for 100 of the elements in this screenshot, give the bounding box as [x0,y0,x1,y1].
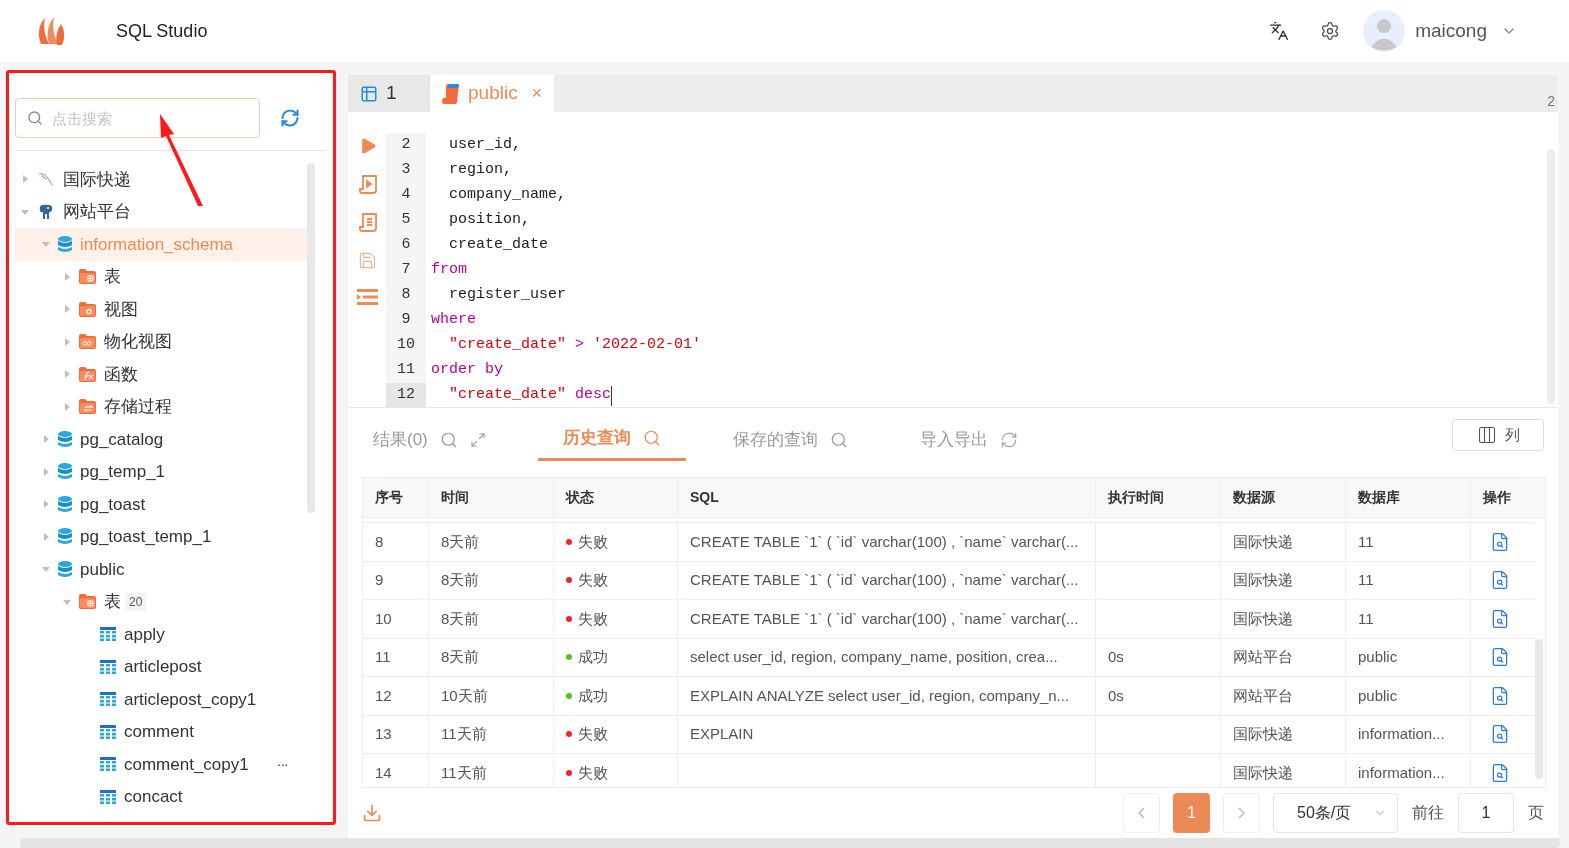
table-cell-text: 0s [1108,685,1124,706]
table-cell-text: 8天前 [441,531,480,552]
run-script-icon[interactable] [358,175,377,194]
tree-item[interactable]: comment_copy1 ··· [15,748,307,781]
chevron-right-icon [1238,807,1245,819]
tree-item-label: comment_copy1 [124,753,249,776]
tree-item[interactable]: 视图 [15,293,307,326]
code-editor[interactable]: 2 user_id, 3 region, 4 company_name, 5 position, 6 create_date 7 from 8 register_user 9 where 10 "create_date" > '2022-02-01' 11 order by 12 "create_date" desc [386,133,1547,407]
view-details-icon[interactable] [1490,608,1510,629]
caret-icon[interactable] [42,532,50,541]
search-icon[interactable] [439,430,458,449]
code-line: region, [448,160,512,181]
caret-icon[interactable] [21,175,29,184]
search-icon[interactable] [829,430,848,449]
caret-icon[interactable] [63,272,71,281]
caret-icon[interactable] [63,370,71,379]
indent-icon[interactable] [357,289,378,305]
caret-icon[interactable] [21,207,29,216]
count-badge: 20 [125,592,147,611]
tree-item-label: concact [124,786,183,808]
view-details-icon[interactable] [1490,685,1510,706]
table-folder-icon [79,594,96,610]
table-cell-text: 8天前 [441,608,480,629]
refresh-icon[interactable] [280,108,300,128]
tree-item[interactable]: comment [15,715,307,748]
database-icon [58,495,72,513]
tree-item[interactable]: apply [15,618,307,651]
user-menu[interactable]: maicong [1363,10,1517,52]
table-cell-text: 10天前 [441,685,488,706]
tree-item[interactable]: 物化视图 [15,325,307,358]
more-button[interactable]: ··· [276,753,288,775]
page-size-select[interactable]: 50条/页 [1273,793,1398,833]
table-cell-text: 国际快递 [1233,724,1293,744]
tree-item[interactable]: pg_catalog [15,423,307,456]
tree-item[interactable]: 表 [15,260,307,293]
next-page-button[interactable] [1223,793,1260,833]
expand-icon[interactable] [469,431,486,448]
previous-page-button[interactable] [1123,793,1160,833]
search-field[interactable]: 点击搜索 [15,98,260,138]
view-details-icon[interactable] [1490,531,1510,552]
table-cell-text: public [1358,685,1398,706]
view-details-icon[interactable] [1490,570,1510,591]
settings-icon[interactable] [1320,21,1341,41]
caret-icon[interactable] [42,467,50,476]
line-number: 7 [386,258,426,283]
table-cell-text: 11 [1358,608,1374,629]
save-icon[interactable] [358,251,377,270]
tree-item[interactable]: 网站平台 [15,195,307,228]
tree-item[interactable]: 国际快递 [15,163,307,196]
tree-item[interactable]: 表 20 [15,585,307,618]
table-cell-text: select user_id, region, company_name, position, crea... [690,647,1058,667]
caret-icon[interactable] [42,435,50,444]
code-line: company_name, [448,185,567,206]
caret-icon[interactable] [42,565,50,574]
table-icon [100,692,116,707]
view-details-icon[interactable] [1490,724,1510,745]
refresh-icon[interactable] [999,430,1018,449]
editor-tab[interactable]: 1 [348,75,430,112]
view-details-icon[interactable] [1490,647,1510,668]
tree-item[interactable]: 存储过程 [15,390,307,423]
tree-item-label: 表 [104,266,121,288]
columns-button[interactable]: 列 [1452,419,1544,451]
caret-icon[interactable] [63,597,71,606]
tree-item-label: pg_toast [80,493,146,516]
tree-item[interactable]: 函数 [15,358,307,391]
tree-item[interactable]: pg_toast [15,488,307,521]
view-details-icon[interactable] [1490,762,1510,783]
line-number: 3 [386,158,426,183]
table-cell-text: 国际快递 [1233,608,1293,629]
text-cursor [611,385,613,406]
caret-icon[interactable] [63,305,71,314]
tree-item-label: 国际快递 [63,168,131,191]
caret-icon[interactable] [63,337,71,346]
tree-item[interactable]: pg_temp_1 [15,455,307,488]
page-input[interactable]: 1 [1458,793,1514,833]
columns-icon [1476,425,1497,445]
search-icon[interactable] [642,429,661,447]
tree-item-label: 表 [104,591,121,613]
tree-item[interactable]: concact [15,780,307,813]
tree-item-label: pg_catalog [80,428,164,451]
caret-icon[interactable] [63,402,71,411]
table-cell-text: 失败 [578,570,608,590]
tree-item-label: comment [124,721,194,743]
table-cell-text: CREATE TABLE `1` ( `id` varchar(100) , `name` varchar(... [690,531,1079,552]
search-icon [27,110,43,126]
tree-item[interactable]: articlepost_copy1 [15,683,307,716]
scrollbar[interactable] [20,838,1560,848]
download-icon[interactable] [362,803,382,823]
line-number: 8 [386,283,426,308]
table-icon [100,724,116,739]
table-cell-text: EXPLAIN [690,724,754,744]
tree-item[interactable]: articlepost [15,650,307,683]
code-line: "create_date" desc [448,384,613,408]
tree-item[interactable]: pg_toast_temp_1 [15,520,307,553]
translate-icon[interactable] [1269,21,1290,41]
table-cell-text: 13 [375,724,392,744]
script-list-icon[interactable] [358,213,377,232]
caret-icon[interactable] [42,500,50,509]
caret-icon[interactable] [42,240,50,249]
tree-item[interactable]: public [15,553,307,586]
